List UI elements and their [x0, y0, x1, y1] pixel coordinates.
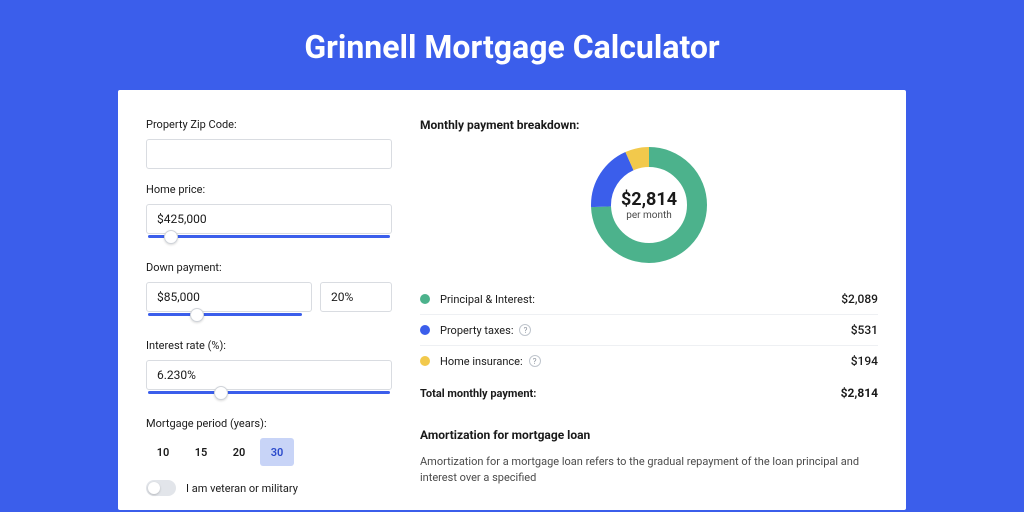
interest-label: Interest rate (%):: [146, 339, 392, 352]
breakdown-panel: Monthly payment breakdown: $2,814 per mo…: [420, 118, 878, 510]
page-title: Grinnell Mortgage Calculator: [0, 0, 1024, 90]
total-label: Total monthly payment:: [420, 386, 841, 400]
total-value: $2,814: [841, 386, 878, 400]
legend-label: Property taxes: ?: [440, 324, 851, 337]
info-icon[interactable]: ?: [519, 324, 531, 336]
legend-value: $194: [851, 354, 878, 368]
down-payment-pct-input[interactable]: [320, 282, 392, 312]
amortization-section: Amortization for mortgage loan Amortizat…: [420, 428, 878, 486]
interest-slider[interactable]: [146, 389, 392, 403]
period-10-button[interactable]: 10: [146, 438, 180, 466]
calculator-card: Property Zip Code: Home price: Down paym…: [118, 90, 906, 510]
legend-value: $2,089: [841, 292, 878, 306]
donut-sub: per month: [626, 210, 672, 221]
period-30-button[interactable]: 30: [260, 438, 294, 466]
legend-total: Total monthly payment: $2,814: [420, 376, 878, 410]
interest-input[interactable]: [146, 360, 392, 390]
amort-text: Amortization for a mortgage loan refers …: [420, 454, 878, 486]
home-price-label: Home price:: [146, 183, 392, 196]
home-price-slider[interactable]: [146, 233, 392, 247]
zip-input[interactable]: [146, 139, 392, 169]
dot-icon: [420, 356, 430, 366]
period-20-button[interactable]: 20: [222, 438, 256, 466]
home-price-input[interactable]: [146, 204, 392, 234]
zip-label: Property Zip Code:: [146, 118, 392, 131]
legend-label: Principal & Interest:: [440, 293, 841, 306]
down-payment-input[interactable]: [146, 282, 312, 312]
legend-label: Home insurance: ?: [440, 355, 851, 368]
down-payment-label: Down payment:: [146, 261, 392, 274]
legend-taxes: Property taxes: ? $531: [420, 315, 878, 346]
dot-icon: [420, 294, 430, 304]
veteran-label: I am veteran or military: [186, 482, 298, 495]
legend-value: $531: [851, 323, 878, 337]
legend-insurance: Home insurance: ? $194: [420, 346, 878, 376]
input-panel: Property Zip Code: Home price: Down paym…: [146, 118, 392, 510]
dot-icon: [420, 325, 430, 335]
info-icon[interactable]: ?: [529, 355, 541, 367]
down-payment-slider[interactable]: [146, 311, 312, 325]
veteran-toggle[interactable]: [146, 480, 176, 496]
legend-principal: Principal & Interest: $2,089: [420, 284, 878, 315]
period-label: Mortgage period (years):: [146, 417, 392, 430]
breakdown-title: Monthly payment breakdown:: [420, 118, 878, 132]
donut-amount: $2,814: [621, 189, 677, 210]
period-15-button[interactable]: 15: [184, 438, 218, 466]
period-button-group: 10 15 20 30: [146, 438, 392, 466]
amort-title: Amortization for mortgage loan: [420, 428, 878, 442]
payment-donut-chart: $2,814 per month: [588, 144, 710, 266]
